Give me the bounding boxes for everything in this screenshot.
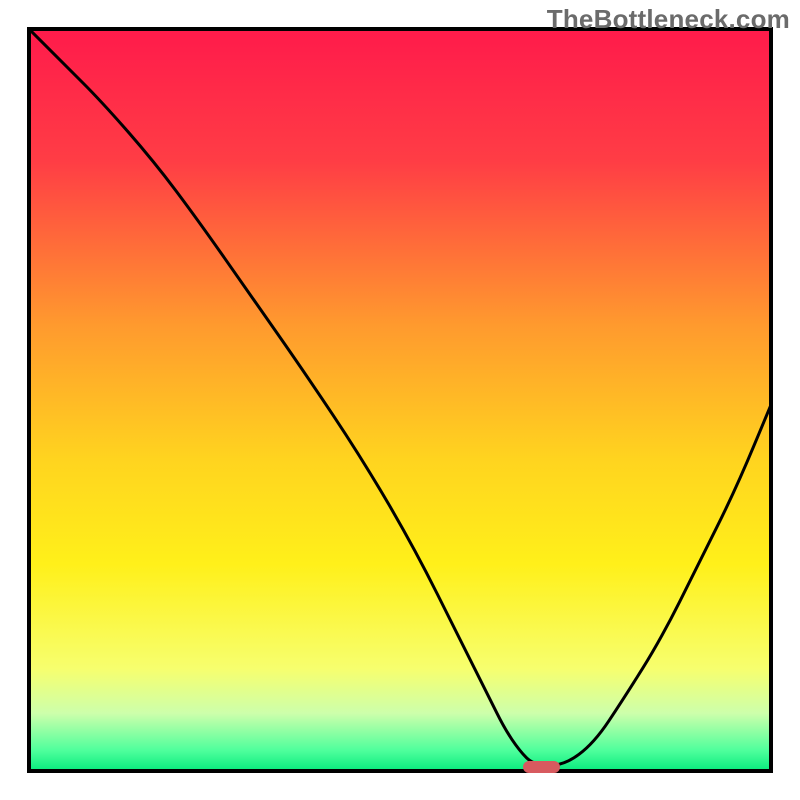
heatmap-background [27, 27, 773, 773]
watermark-text: TheBottleneck.com [547, 4, 790, 35]
chart-container: TheBottleneck.com [0, 0, 800, 800]
plot-svg [27, 27, 773, 773]
optimal-marker [523, 761, 560, 773]
plot-area [27, 27, 773, 773]
